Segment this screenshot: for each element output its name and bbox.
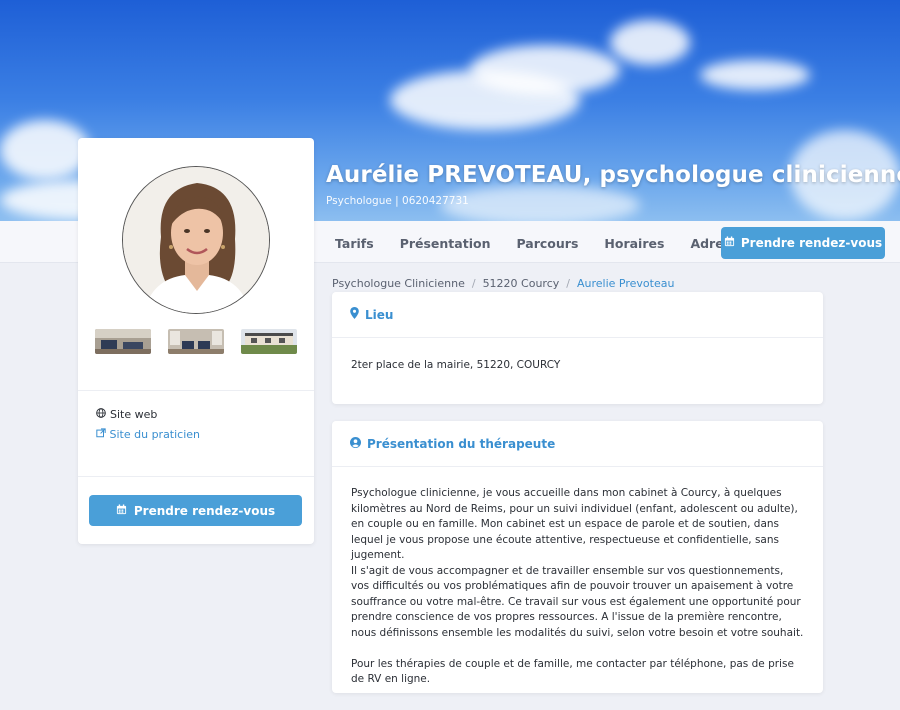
divider	[78, 476, 314, 477]
cloud-decoration	[470, 45, 620, 95]
sidebar-book-appointment-button[interactable]: Prendre rendez-vous	[89, 495, 302, 526]
presentation-card-header: Présentation du thérapeute	[332, 421, 823, 467]
sidebar-book-appointment-label: Prendre rendez-vous	[133, 503, 276, 518]
presentation-paragraph: Psychologue clinicienne, je vous accueil…	[351, 487, 798, 561]
tab-presentation[interactable]: Présentation	[387, 236, 504, 251]
tab-horaires[interactable]: Horaires	[591, 236, 677, 251]
breadcrumb-item[interactable]: Psychologue Clinicienne	[332, 277, 465, 290]
tab-tarifs[interactable]: Tarifs	[322, 236, 387, 251]
office-photo-3[interactable]	[241, 329, 297, 354]
website-label-text: Site web	[110, 408, 158, 421]
breadcrumb: Psychologue Clinicienne / 51220 Courcy /…	[332, 277, 674, 290]
location-card: Lieu 2ter place de la mairie, 51220, COU…	[332, 292, 823, 404]
breadcrumb-current: Aurelie Prevoteau	[577, 277, 675, 290]
breadcrumb-separator: /	[566, 277, 570, 290]
presentation-paragraph: Pour les thérapies de couple et de famil…	[351, 657, 794, 686]
page-subtitle: Psychologue | 0620427731	[326, 195, 469, 207]
profile-card: Site web Site du praticien Prendre rende…	[78, 138, 314, 544]
page-title: Aurélie PREVOTEAU, psychologue clinicien…	[326, 162, 900, 188]
map-pin-icon	[350, 307, 359, 322]
location-card-title: Lieu	[365, 307, 394, 322]
book-appointment-label: Prendre rendez-vous	[740, 236, 883, 250]
office-photo-1[interactable]	[95, 329, 151, 354]
cloud-decoration	[610, 20, 690, 65]
office-photo-2[interactable]	[168, 329, 224, 354]
presentation-card-title: Présentation du thérapeute	[367, 436, 556, 451]
location-card-body: 2ter place de la mairie, 51220, COURCY	[332, 338, 823, 392]
tab-nav: Tarifs Présentation Parcours Horaires Ad…	[322, 227, 760, 259]
location-card-header: Lieu	[332, 292, 823, 338]
presentation-card: Présentation du thérapeute Psychologue c…	[332, 421, 823, 693]
breadcrumb-separator: /	[471, 277, 476, 290]
calendar-icon	[116, 503, 127, 518]
cloud-decoration	[700, 60, 810, 90]
book-appointment-button[interactable]: Prendre rendez-vous	[721, 227, 885, 259]
avatar	[122, 166, 270, 314]
breadcrumb-item[interactable]: 51220 Courcy	[483, 277, 560, 290]
website-link[interactable]: Site du praticien	[96, 427, 216, 443]
cloud-decoration	[440, 185, 640, 221]
office-photos	[95, 329, 297, 354]
website-link-text: Site du praticien	[109, 428, 201, 441]
user-circle-icon	[350, 436, 361, 451]
presentation-paragraph: Il s'agit de vous accompagner et de trav…	[351, 564, 804, 639]
cloud-decoration	[0, 120, 90, 180]
divider	[78, 390, 314, 391]
globe-icon	[96, 408, 106, 421]
presentation-card-body: Psychologue clinicienne, je vous accueil…	[332, 467, 823, 706]
external-link-icon	[96, 428, 110, 441]
tab-parcours[interactable]: Parcours	[503, 236, 591, 251]
calendar-icon	[724, 236, 735, 250]
address-text: 2ter place de la mairie, 51220, COURCY	[351, 359, 561, 371]
website-label: Site web	[96, 408, 157, 421]
